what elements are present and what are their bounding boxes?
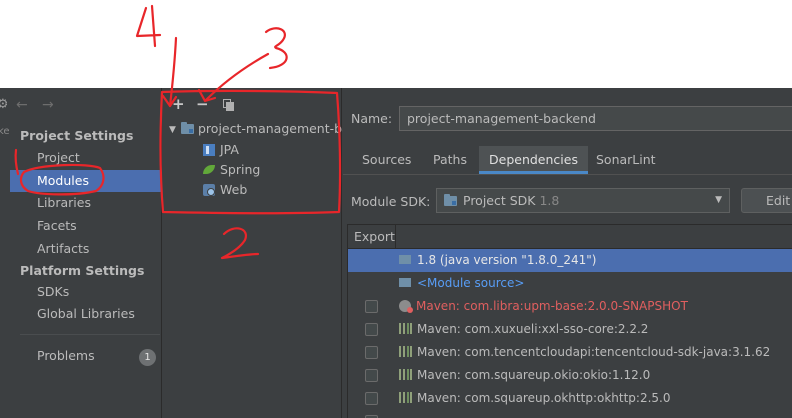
web-globe-icon	[203, 183, 215, 196]
tabs-underline	[343, 174, 792, 175]
table-row[interactable]: <Module source>	[348, 272, 792, 295]
export-checkbox[interactable]	[365, 300, 378, 313]
dependency-label: 1.8 (java version "1.8.0_241")	[417, 253, 597, 267]
module-sdk-dropdown[interactable]: Project SDK 1.8 ▼	[436, 188, 730, 213]
tree-root-label: project-management-backend	[198, 121, 343, 136]
library-icon	[399, 323, 412, 334]
sidebar-item-libraries[interactable]: Libraries	[10, 192, 161, 214]
table-row[interactable]: Maven: com.tencentcloudapi:tencentcloud-…	[348, 341, 792, 364]
dependency-label: <Module source>	[417, 276, 525, 290]
dependency-label: Maven: com.tencentcloudapi:tencentcloud-…	[417, 345, 771, 359]
expand-caret-icon[interactable]: ▼	[169, 120, 181, 140]
dependency-label: Maven: com.xuxueli:xxl-sso-core:2.2.2	[417, 322, 649, 336]
sdk-folder-icon	[399, 255, 411, 264]
table-row[interactable]: 1.8 (java version "1.8.0_241")	[348, 249, 792, 272]
dependency-label: Maven: com.squareup.okhttp:okhttp:2.5.0	[417, 391, 671, 405]
section-project-settings: Project Settings	[20, 128, 134, 143]
sdk-value: Project SDK	[463, 193, 536, 208]
tree-item-label: Spring	[220, 162, 261, 177]
unresolved-library-icon	[399, 299, 413, 313]
annotation-canvas	[0, 0, 792, 88]
edit-sdk-button[interactable]: Edit	[741, 188, 792, 213]
module-tree-panel: + − ▼ project-management-backend JPA Spri…	[163, 88, 343, 418]
settings-sidebar: ⚙ ke ← → Project Settings Project Module…	[0, 88, 162, 418]
library-icon	[399, 369, 412, 380]
sidebar-divider	[20, 334, 160, 335]
export-checkbox[interactable]	[365, 323, 378, 336]
sdk-folder-icon	[444, 193, 457, 206]
spring-leaf-icon	[203, 165, 215, 174]
library-icon	[399, 392, 412, 403]
sdk-version: 1.8	[539, 193, 560, 208]
dependencies-table: Export 1.8 (java version "1.8.0_241") <M…	[347, 224, 792, 418]
dependency-label: Maven: com.squareup.okio:okio:1.12.0	[417, 368, 651, 382]
partial-text: ke	[0, 126, 10, 137]
jpa-icon	[203, 143, 215, 156]
table-row[interactable]: Maven: com.squareup.okio:okio:1.12.0	[348, 364, 792, 387]
library-icon	[399, 346, 412, 357]
tree-item-label: Web	[220, 182, 248, 197]
forward-arrow-icon[interactable]: →	[42, 98, 54, 112]
tab-sonarlint[interactable]: SonarLint	[586, 146, 666, 174]
export-checkbox[interactable]	[365, 392, 378, 405]
remove-module-button[interactable]: −	[196, 97, 209, 112]
export-column-header[interactable]: Export	[348, 225, 396, 249]
name-label: Name:	[351, 111, 393, 126]
tree-item-root-module[interactable]: ▼ project-management-backend	[169, 119, 343, 139]
tab-sources[interactable]: Sources	[352, 146, 421, 174]
source-folder-icon	[399, 278, 411, 287]
back-arrow-icon[interactable]: ←	[16, 98, 28, 112]
sidebar-item-global-libraries[interactable]: Global Libraries	[10, 303, 161, 325]
dependency-label: Maven: com.libra:upm-base:2.0.0-SNAPSHOT	[416, 299, 688, 313]
sidebar-item-artifacts[interactable]: Artifacts	[10, 238, 161, 260]
tree-item-web[interactable]: Web	[203, 180, 247, 200]
tab-dependencies[interactable]: Dependencies	[479, 146, 588, 174]
table-header: Export	[348, 225, 792, 249]
sidebar-item-facets[interactable]: Facets	[10, 215, 161, 237]
tree-item-label: JPA	[220, 142, 239, 157]
sidebar-item-project[interactable]: Project	[10, 147, 161, 169]
module-folder-icon	[181, 121, 194, 134]
add-module-button[interactable]: +	[172, 97, 185, 112]
sidebar-item-modules[interactable]: Modules	[10, 170, 161, 192]
project-structure-window: ⚙ ke ← → Project Settings Project Module…	[0, 88, 792, 418]
module-name-input[interactable]: project-management-backend	[399, 106, 792, 131]
tree-item-jpa[interactable]: JPA	[203, 140, 239, 160]
chevron-down-icon: ▼	[715, 195, 722, 205]
module-details-panel: Name: project-management-backend Sources…	[343, 88, 792, 418]
export-checkbox[interactable]	[365, 346, 378, 359]
export-checkbox[interactable]	[365, 369, 378, 382]
table-row[interactable]: Maven: com.squareup.okhttp:okhttp:2.5.0	[348, 387, 792, 410]
tree-item-spring[interactable]: Spring	[203, 160, 260, 180]
gear-icon[interactable]: ⚙	[0, 98, 7, 112]
tab-paths[interactable]: Paths	[423, 146, 477, 174]
section-platform-settings: Platform Settings	[20, 263, 145, 278]
module-sdk-label: Module SDK:	[351, 194, 431, 209]
copy-module-icon[interactable]	[223, 99, 234, 111]
table-row[interactable]: Maven: com.xuxueli:xxl-sso-core:2.2.2	[348, 318, 792, 341]
problems-count-badge: 1	[139, 349, 156, 366]
sidebar-item-sdks[interactable]: SDKs	[10, 281, 161, 303]
table-row[interactable]: Maven: com.libra:upm-base:2.0.0-SNAPSHOT	[348, 295, 792, 318]
table-row[interactable]	[348, 410, 792, 418]
